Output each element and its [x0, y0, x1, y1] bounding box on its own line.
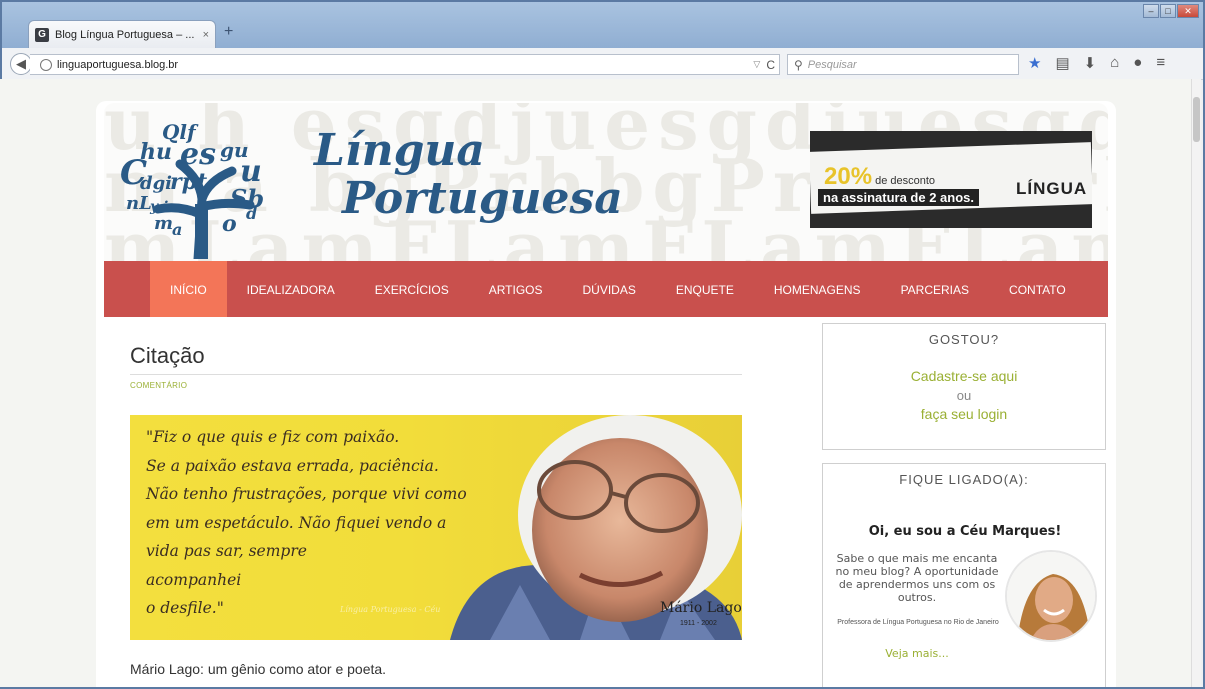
site-logo-title[interactable]: Língua Portuguesa [314, 127, 623, 223]
nav-item-contato[interactable]: CONTATO [989, 261, 1086, 317]
or-text: ou [956, 388, 972, 403]
ad-subline: na assinatura de 2 anos. [818, 189, 980, 206]
url-text: linguaportuguesa.blog.br [57, 58, 179, 71]
ad-brand: LÍNGUA [1016, 179, 1088, 198]
svg-text:d: d [246, 204, 257, 223]
minimize-button[interactable]: – [1143, 4, 1159, 18]
svg-text:rpt: rpt [170, 169, 207, 195]
main-navigation: INÍCIO IDEALIZADORA EXERCÍCIOS ARTIGOS D… [104, 261, 1108, 317]
see-more-link[interactable]: Veja mais... [829, 647, 1005, 660]
title-bar: G Blog Língua Portuguesa – ... × + – □ ✕ [2, 2, 1203, 48]
widget-title: FIQUE LIGADO(A): [899, 472, 1029, 487]
search-input[interactable]: ⚲ Pesquisar [787, 54, 1019, 75]
address-bar[interactable]: linguaportuguesa.blog.br ▽ C [30, 54, 780, 75]
quote-text: "Fiz o que quis e fiz com paixão. Se a p… [146, 428, 467, 617]
login-link[interactable]: faça seu login [823, 406, 1105, 422]
ad-percent: 20% de desconto [824, 163, 936, 190]
post-text: Mário Lago: um gênio como ator e poeta. [130, 661, 387, 677]
nav-item-exercicios[interactable]: EXERCÍCIOS [355, 261, 469, 317]
quote-image: "Fiz o que quis e fiz com paixão. Se a p… [130, 415, 742, 640]
page-scrollbar[interactable] [1191, 79, 1201, 687]
tree-logo-icon[interactable]: C hu Qlf es gu dgi rpt u nL y i Sb m a o… [110, 109, 300, 259]
downloads-icon[interactable]: ⬇ [1084, 54, 1097, 72]
back-button[interactable]: ◀ [10, 53, 32, 75]
nav-item-inicio[interactable]: INÍCIO [150, 261, 227, 317]
favicon-icon: G [35, 27, 49, 42]
svg-text:m: m [154, 213, 173, 234]
nav-item-artigos[interactable]: ARTIGOS [469, 261, 563, 317]
page-viewport: u h esgdjuesgdjuesgdju esgd m a bgPrhbgP… [0, 79, 1191, 687]
tab-close-icon[interactable]: × [203, 29, 209, 41]
quote-author: Mário Lago [660, 600, 742, 616]
svg-text:dgi: dgi [140, 173, 172, 194]
site-container: u h esgdjuesgdjuesgdju esgd m a bgPrhbgP… [96, 101, 1116, 687]
fique-ligado-widget: FIQUE LIGADO(A): Oi, eu sou a Céu Marque… [822, 463, 1106, 687]
post-title-divider [130, 374, 742, 375]
svg-text:es: es [180, 137, 216, 172]
window-controls: – □ ✕ [1143, 4, 1199, 18]
bookmark-star-icon[interactable]: ★ [1028, 54, 1041, 72]
post-category-link[interactable]: COMENTÁRIO [130, 381, 187, 390]
svg-text:a: a [172, 220, 182, 239]
nav-item-homenagens[interactable]: HOMENAGENS [754, 261, 881, 317]
tab-title: Blog Língua Portuguesa – ... [55, 28, 195, 41]
author-about: Sabe o que mais me encanta no meu blog? … [835, 552, 999, 604]
image-credit: Língua Portuguesa - Céu [340, 605, 441, 614]
chat-icon[interactable]: ● [1133, 54, 1142, 72]
author-greeting: Oi, eu sou a Céu Marques! [868, 524, 1062, 539]
widget-title: GOSTOU? [928, 332, 1000, 347]
nav-item-duvidas[interactable]: DÚVIDAS [563, 261, 656, 317]
author-role: Professora de Língua Portuguesa no Rio d… [837, 619, 999, 626]
navigation-toolbar: ◀ linguaportuguesa.blog.br ▽ C ⚲ Pesquis… [2, 48, 1203, 80]
globe-icon [40, 58, 52, 71]
search-icon: ⚲ [794, 57, 803, 72]
bookmarks-list-icon[interactable]: ▤ [1055, 54, 1069, 72]
nav-item-idealizadora[interactable]: IDEALIZADORA [227, 261, 355, 317]
logo-line-2: Portuguesa [342, 173, 623, 224]
dropdown-arrow-icon[interactable]: ▽ [753, 59, 760, 70]
site-header: u h esgdjuesgdjuesgdju esgd m a bgPrhbgP… [104, 103, 1108, 261]
signup-link[interactable]: Cadastre-se aqui [823, 368, 1105, 384]
home-icon[interactable]: ⌂ [1110, 54, 1119, 72]
new-tab-button[interactable]: + [224, 23, 233, 41]
menu-icon[interactable]: ≡ [1156, 54, 1165, 72]
nav-item-enquete[interactable]: ENQUETE [656, 261, 754, 317]
quote-author-years: 1911 - 2002 [680, 620, 717, 627]
svg-text:o: o [222, 211, 237, 237]
toolbar-icons: ★ ▤ ⬇ ⌂ ● ≡ [1028, 54, 1165, 72]
author-photo [1007, 552, 1095, 640]
ad-banner[interactable]: 20% de desconto na assinatura de 2 anos.… [810, 131, 1092, 228]
reload-icon[interactable]: C [766, 58, 775, 72]
gostou-widget: GOSTOU? Cadastre-se aqui ou faça seu log… [822, 323, 1106, 450]
close-window-button[interactable]: ✕ [1177, 4, 1199, 18]
post-title[interactable]: Citação [130, 343, 205, 369]
nav-item-parcerias[interactable]: PARCERIAS [881, 261, 989, 317]
author-avatar[interactable] [1005, 550, 1097, 642]
scrollbar-thumb[interactable] [1193, 97, 1200, 142]
browser-tab[interactable]: G Blog Língua Portuguesa – ... × [28, 20, 216, 48]
maximize-button[interactable]: □ [1160, 4, 1176, 18]
search-placeholder: Pesquisar [807, 58, 857, 71]
logo-line-1: Língua [314, 125, 485, 176]
svg-text:nL: nL [126, 193, 152, 214]
